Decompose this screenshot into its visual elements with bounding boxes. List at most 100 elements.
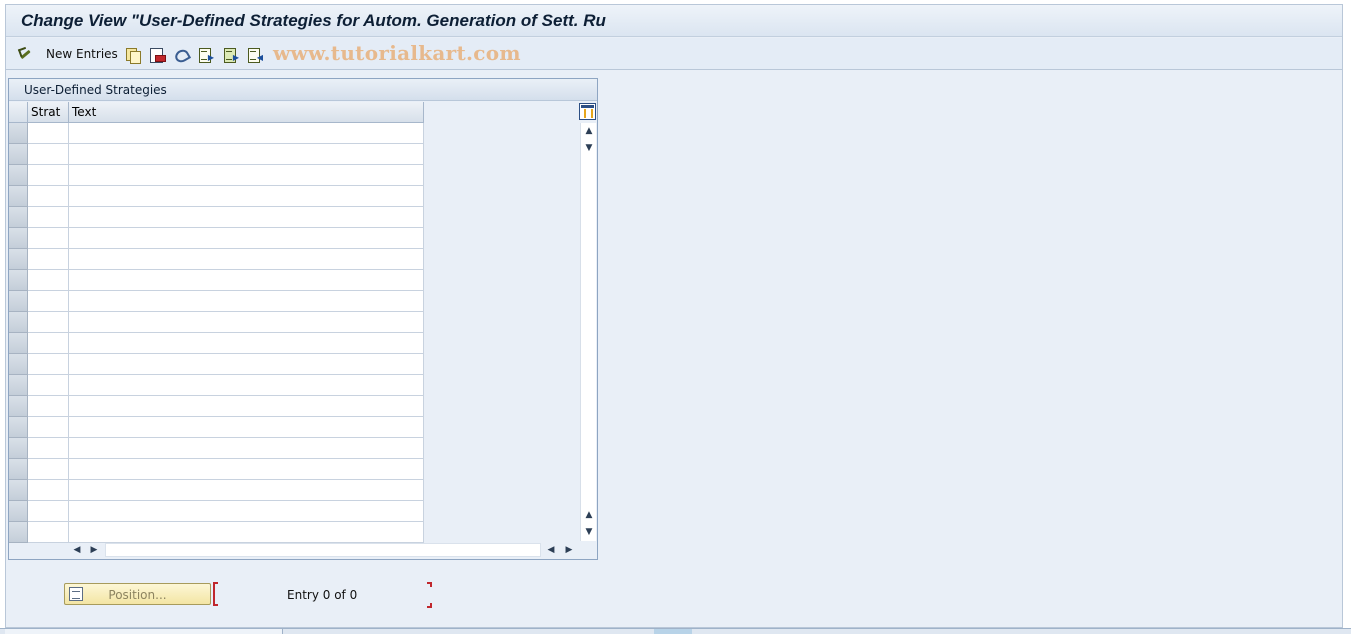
row-selector[interactable] xyxy=(9,144,28,165)
cell-strat[interactable] xyxy=(28,186,69,207)
horizontal-scroll-track[interactable] xyxy=(105,543,541,557)
horizontal-scrollbar[interactable]: ◀ ▶ ◀ ▶ xyxy=(68,542,578,558)
row-selector[interactable] xyxy=(9,333,28,354)
delete-button[interactable] xyxy=(149,46,166,63)
row-selector[interactable] xyxy=(9,459,28,480)
cell-strat[interactable] xyxy=(28,333,69,354)
table-row[interactable] xyxy=(9,438,424,459)
row-selector[interactable] xyxy=(9,165,28,186)
cell-strat[interactable] xyxy=(28,522,69,543)
select-all-button[interactable]: ▶ xyxy=(197,46,214,63)
cell-strat[interactable] xyxy=(28,438,69,459)
table-row[interactable] xyxy=(9,417,424,438)
table-row[interactable] xyxy=(9,165,424,186)
row-selector[interactable] xyxy=(9,522,28,543)
cell-text[interactable] xyxy=(69,480,424,501)
cell-strat[interactable] xyxy=(28,396,69,417)
display-change-button[interactable] xyxy=(18,46,33,62)
cell-text[interactable] xyxy=(69,207,424,228)
cell-text[interactable] xyxy=(69,354,424,375)
cell-text[interactable] xyxy=(69,165,424,186)
table-row[interactable] xyxy=(9,375,424,396)
column-header-text[interactable]: Text xyxy=(69,102,424,123)
scroll-left-page-icon[interactable]: ◀ xyxy=(544,542,558,558)
cell-strat[interactable] xyxy=(28,417,69,438)
row-selector[interactable] xyxy=(9,417,28,438)
cell-text[interactable] xyxy=(69,438,424,459)
table-row[interactable] xyxy=(9,522,424,543)
select-all-rows-header[interactable] xyxy=(9,102,28,123)
scroll-down-page-icon[interactable]: ▼ xyxy=(581,140,597,156)
table-row[interactable] xyxy=(9,228,424,249)
scroll-down-icon[interactable]: ▼ xyxy=(581,524,597,540)
table-row[interactable] xyxy=(9,207,424,228)
cell-text[interactable] xyxy=(69,312,424,333)
row-selector[interactable] xyxy=(9,312,28,333)
scroll-right-icon[interactable]: ▶ xyxy=(562,542,576,558)
table-row[interactable] xyxy=(9,249,424,270)
scroll-up-page-icon[interactable]: ▲ xyxy=(581,507,597,523)
vertical-scrollbar[interactable]: ▲ ▼ ▲ ▼ xyxy=(580,123,596,541)
cell-text[interactable] xyxy=(69,144,424,165)
row-selector[interactable] xyxy=(9,291,28,312)
cell-text[interactable] xyxy=(69,522,424,543)
cell-text[interactable] xyxy=(69,291,424,312)
table-row[interactable] xyxy=(9,291,424,312)
cell-strat[interactable] xyxy=(28,144,69,165)
row-selector[interactable] xyxy=(9,207,28,228)
cell-text[interactable] xyxy=(69,123,424,144)
cell-strat[interactable] xyxy=(28,207,69,228)
cell-strat[interactable] xyxy=(28,123,69,144)
position-button[interactable]: Position... xyxy=(64,583,211,605)
cell-text[interactable] xyxy=(69,501,424,522)
column-header-strat[interactable]: Strat xyxy=(28,102,69,123)
row-selector[interactable] xyxy=(9,480,28,501)
cell-strat[interactable] xyxy=(28,228,69,249)
table-row[interactable] xyxy=(9,270,424,291)
cell-text[interactable] xyxy=(69,375,424,396)
table-row[interactable] xyxy=(9,144,424,165)
row-selector[interactable] xyxy=(9,249,28,270)
row-selector[interactable] xyxy=(9,270,28,291)
table-row[interactable] xyxy=(9,333,424,354)
scroll-up-icon[interactable]: ▲ xyxy=(581,123,597,139)
row-selector[interactable] xyxy=(9,123,28,144)
table-row[interactable] xyxy=(9,480,424,501)
cell-strat[interactable] xyxy=(28,480,69,501)
cell-text[interactable] xyxy=(69,228,424,249)
cell-text[interactable] xyxy=(69,396,424,417)
table-row[interactable] xyxy=(9,123,424,144)
cell-strat[interactable] xyxy=(28,459,69,480)
cell-text[interactable] xyxy=(69,186,424,207)
cell-strat[interactable] xyxy=(28,270,69,291)
column-settings-icon[interactable] xyxy=(579,103,596,120)
cell-text[interactable] xyxy=(69,459,424,480)
cell-strat[interactable] xyxy=(28,165,69,186)
cell-text[interactable] xyxy=(69,249,424,270)
select-block-button[interactable]: ▶ xyxy=(222,46,239,63)
undo-change-button[interactable] xyxy=(173,46,188,62)
new-entries-button[interactable]: New Entries xyxy=(46,46,118,62)
copy-as-button[interactable] xyxy=(125,46,141,64)
row-selector[interactable] xyxy=(9,501,28,522)
cell-text[interactable] xyxy=(69,270,424,291)
cell-strat[interactable] xyxy=(28,291,69,312)
table-row[interactable] xyxy=(9,312,424,333)
row-selector[interactable] xyxy=(9,354,28,375)
table-row[interactable] xyxy=(9,186,424,207)
deselect-all-button[interactable]: ◀ xyxy=(246,46,263,63)
table-row[interactable] xyxy=(9,354,424,375)
row-selector[interactable] xyxy=(9,396,28,417)
row-selector[interactable] xyxy=(9,186,28,207)
cell-strat[interactable] xyxy=(28,375,69,396)
cell-strat[interactable] xyxy=(28,249,69,270)
table-row[interactable] xyxy=(9,459,424,480)
cell-strat[interactable] xyxy=(28,312,69,333)
status-message-area[interactable] xyxy=(5,629,283,634)
cell-text[interactable] xyxy=(69,417,424,438)
table-row[interactable] xyxy=(9,396,424,417)
row-selector[interactable] xyxy=(9,438,28,459)
cell-strat[interactable] xyxy=(28,501,69,522)
scroll-right-page-icon[interactable]: ▶ xyxy=(87,542,101,558)
cell-text[interactable] xyxy=(69,333,424,354)
